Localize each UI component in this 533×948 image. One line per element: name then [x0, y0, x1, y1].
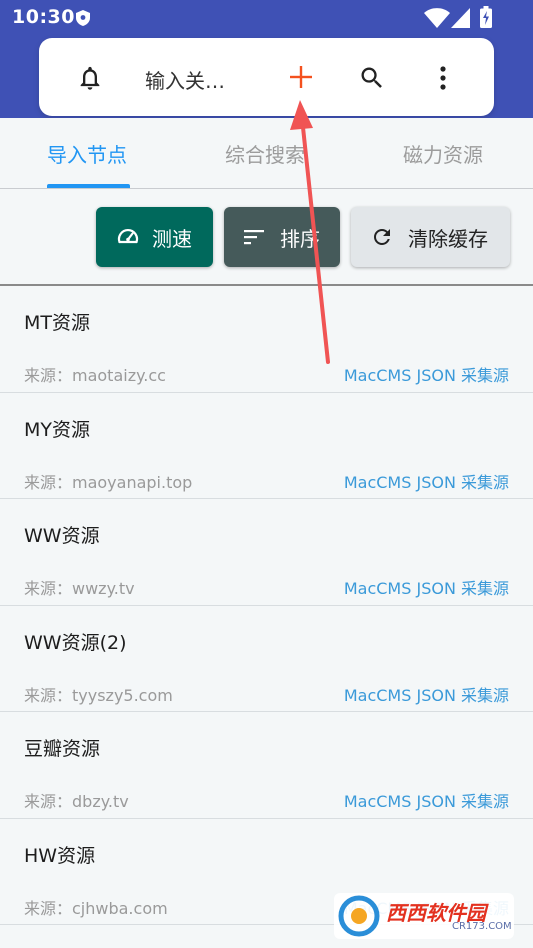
watermark-domain: CR173.COM [452, 921, 512, 932]
signal-icon [451, 8, 470, 28]
status-bar: 10:30 [0, 0, 533, 36]
sort-button[interactable]: 排序 [224, 207, 340, 267]
source-name: MT资源 [24, 312, 90, 334]
tab-indicator [47, 184, 130, 188]
speed-test-label: 测速 [152, 227, 192, 251]
tab-bar: 导入节点 综合搜索 磁力资源 [0, 118, 533, 189]
source-origin: 来源：cjhwba.com [24, 898, 168, 918]
search-icon[interactable] [358, 64, 386, 92]
source-type: MacCMS JSON 采集源 [343, 366, 509, 385]
source-name: 豆瓣资源 [24, 738, 101, 760]
clear-cache-button[interactable]: 清除缓存 [351, 207, 510, 267]
source-type: MacCMS JSON 采集源 [343, 579, 509, 598]
sort-icon [244, 230, 264, 245]
list-item[interactable]: MT资源 来源：maotaizy.cc MacCMS JSON 采集源 [0, 286, 533, 393]
battery-charging-icon [480, 6, 492, 28]
list-item[interactable]: WW资源(2) 来源：tyyszy5.com MacCMS JSON 采集源 [0, 606, 533, 712]
search-input[interactable]: 输入关… [145, 65, 225, 94]
source-name: WW资源 [24, 525, 100, 547]
list-item[interactable]: WW资源 来源：wwzy.tv MacCMS JSON 采集源 [0, 499, 533, 606]
search-bar: 输入关… [39, 38, 494, 116]
source-type: MacCMS JSON 采集源 [343, 685, 509, 705]
source-origin: 来源：tyyszy5.com [24, 685, 173, 705]
source-type: MacCMS JSON 采集源 [343, 472, 509, 492]
source-list: MT资源 来源：maotaizy.cc MacCMS JSON 采集源 MY资源… [0, 286, 533, 925]
source-name: MY资源 [24, 418, 90, 441]
refresh-icon [374, 229, 390, 245]
tab-magnet-resources[interactable]: 磁力资源 [403, 139, 483, 168]
watermark-emblem-icon [338, 895, 380, 937]
source-origin: 来源：maotaizy.cc [24, 366, 166, 385]
source-origin: 来源：dbzy.tv [24, 792, 129, 811]
add-icon[interactable] [289, 65, 313, 89]
sort-label: 排序 [280, 227, 320, 251]
status-time: 10:30 [12, 6, 75, 28]
source-name: WW资源(2) [24, 631, 127, 654]
clear-cache-label: 清除缓存 [408, 227, 488, 251]
list-item[interactable]: 豆瓣资源 来源：dbzy.tv MacCMS JSON 采集源 [0, 712, 533, 819]
tab-import-nodes[interactable]: 导入节点 [47, 139, 127, 168]
bell-icon[interactable] [76, 64, 104, 92]
more-vert-icon[interactable] [433, 64, 453, 92]
speed-test-button[interactable]: 测速 [96, 207, 213, 267]
tab-combined-search[interactable]: 综合搜索 [225, 139, 305, 168]
wifi-icon [424, 8, 450, 28]
source-type: MacCMS JSON 采集源 [343, 792, 509, 811]
list-item[interactable]: MY资源 来源：maoyanapi.top MacCMS JSON 采集源 [0, 393, 533, 499]
source-origin: 来源：maoyanapi.top [24, 472, 193, 492]
watermark-logo: 西西软件园 CR173.COM [334, 893, 514, 939]
speedometer-icon [117, 228, 139, 244]
source-origin: 来源：wwzy.tv [24, 579, 135, 598]
shield-icon [76, 10, 90, 26]
source-name: HW资源 [24, 844, 96, 867]
